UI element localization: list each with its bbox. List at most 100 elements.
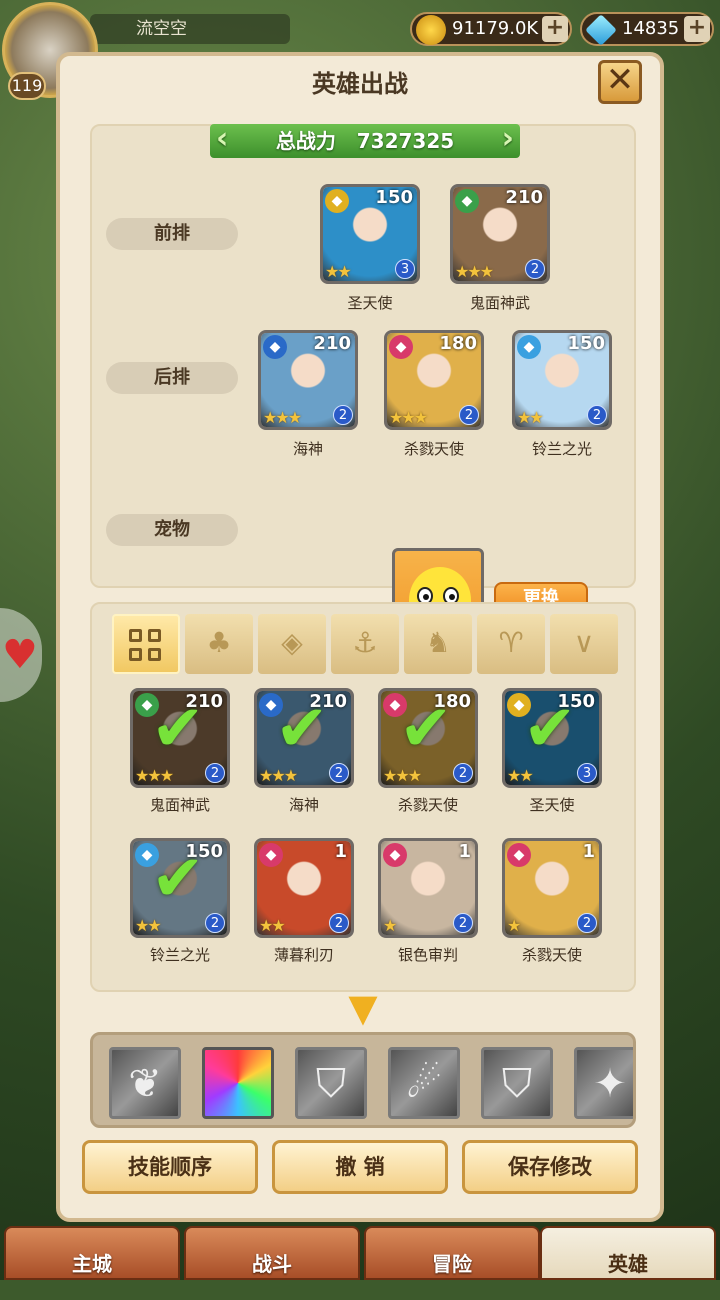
checkmark-icon: ✔	[275, 692, 329, 766]
filter-tab-horns[interactable]: ♈	[477, 614, 545, 674]
save-changes-button[interactable]: 保存修改	[462, 1140, 638, 1194]
hero-card[interactable]: ◆ 1 ★ 2	[502, 838, 602, 938]
prism-skill-icon[interactable]	[202, 1047, 274, 1119]
hero-level: 210	[313, 333, 351, 354]
wing-skill-icon[interactable]: ❦	[109, 1047, 181, 1119]
chevron-left-icon: ‹	[216, 121, 229, 156]
skill-bar: ❦ ⛉ ☄ ⛉ ✦	[90, 1032, 636, 1128]
hero-stars: ★★	[259, 916, 286, 935]
hero-rank-badge: 2	[587, 405, 607, 425]
hero-card[interactable]: ◆ 210 ★★★ 2 ✔	[254, 688, 354, 788]
element-icon: ◆	[517, 335, 541, 359]
expand-arrow-icon[interactable]: ▼	[340, 989, 386, 1027]
hero-rank-badge: 2	[205, 763, 225, 783]
hero-card[interactable]: ◆ 180 ★★★ 2	[384, 330, 484, 430]
hero-rank-badge: 2	[329, 913, 349, 933]
hero-name: 圣天使	[529, 796, 575, 814]
hero-card[interactable]: ◆ 210 ★★★ 2	[450, 184, 550, 284]
skill-order-button[interactable]: 技能顺序	[82, 1140, 258, 1194]
hero-card[interactable]: ◆ 210 ★★★ 2 ✔	[130, 688, 230, 788]
close-icon: ✕	[605, 60, 635, 100]
hero-stars: ★★★	[263, 408, 302, 427]
nav-main-city[interactable]: 主城	[4, 1226, 180, 1280]
hero-rank-badge: 3	[395, 259, 415, 279]
gold-value: 91179.0K	[452, 18, 539, 39]
slash-skill-icon[interactable]: ☄	[388, 1047, 460, 1119]
dialog-title: 英雄出战	[312, 70, 408, 98]
filter-tab-beast[interactable]: ♞	[404, 614, 472, 674]
total-power-bar: ‹ 总战力 7327325 ›	[210, 124, 520, 158]
player-level: 119	[8, 72, 46, 100]
hero-name: 圣天使	[347, 294, 393, 312]
leaf-icon: ♣	[206, 626, 232, 659]
hero-card[interactable]: ◆ 150 ★★ 2 ✔	[130, 838, 230, 938]
nav-heroes[interactable]: 英雄	[540, 1226, 716, 1280]
hero-name: 鬼面神武	[469, 294, 530, 312]
hero-card[interactable]: ◆ 1 ★★ 2	[254, 838, 354, 938]
hero-level: 1	[582, 841, 595, 862]
hero-stars: ★	[507, 916, 521, 935]
anchor-icon: ⚓	[352, 626, 378, 659]
hero-card[interactable]: ◆ 150 ★★ 3 ✔	[502, 688, 602, 788]
shield-skill-icon[interactable]: ⛉	[295, 1047, 367, 1119]
add-gem-button[interactable]: +	[684, 16, 710, 42]
hero-rank-badge: 2	[453, 913, 473, 933]
total-power-value: 7327325	[356, 129, 455, 153]
hero-stars: ★	[383, 916, 397, 935]
filter-tab-anchor[interactable]: ⚓	[331, 614, 399, 674]
hero-name: 鬼面神武	[149, 796, 210, 814]
add-gold-button[interactable]: +	[542, 16, 568, 42]
hero-roster-section: ♣ ◈ ⚓ ♞ ♈ ∨ ◆ 210 ★★★ 2 ✔ 鬼面神武 ◆ 210 ★★★ 2 ✔ 海神 ◆ 180…	[90, 602, 636, 992]
hero-level: 150	[567, 333, 605, 354]
nav-adventure[interactable]: 冒险	[364, 1226, 540, 1280]
chevron-right-icon: ›	[501, 121, 514, 156]
bottom-navigation: 主城 战斗 冒险 英雄	[0, 1226, 720, 1280]
strike-skill-icon[interactable]: ✦	[574, 1047, 633, 1119]
hero-stars: ★★	[517, 408, 544, 427]
filter-tab-chevron[interactable]: ∨	[550, 614, 618, 674]
element-icon: ◆	[383, 843, 407, 867]
undo-button[interactable]: 撤 销	[272, 1140, 448, 1194]
element-icon: ◆	[259, 843, 283, 867]
hero-stars: ★★★	[259, 766, 298, 785]
hero-name: 海神	[292, 440, 323, 458]
hero-name: 海神	[288, 796, 319, 814]
shield-skill-icon[interactable]: ⛉	[481, 1047, 553, 1119]
hero-level: 180	[439, 333, 477, 354]
hero-rank-badge: 2	[525, 259, 545, 279]
grid-icon	[129, 629, 163, 663]
hero-card[interactable]: ◆ 210 ★★★ 2	[258, 330, 358, 430]
element-icon: ◆	[455, 189, 479, 213]
hero-name: 杀戮天使	[521, 946, 582, 964]
chevron-icon: ∨	[573, 626, 595, 659]
hero-stars: ★★★	[455, 262, 494, 281]
total-power-label: 总战力	[275, 129, 336, 153]
formation-section: ‹ 总战力 7327325 › 前排 后排 宠物 ★ 更换 ◆150★★3圣天使…	[90, 124, 636, 640]
hero-stars: ★★★	[135, 766, 174, 785]
hero-card[interactable]: ◆ 1 ★ 2	[378, 838, 478, 938]
gem-icon	[585, 14, 617, 46]
hero-stars: ★★	[325, 262, 352, 281]
hero-name: 杀戮天使	[403, 440, 464, 458]
checkmark-icon: ✔	[151, 692, 205, 766]
close-button[interactable]: ✕	[598, 60, 642, 104]
hero-rank-badge: 2	[453, 763, 473, 783]
hero-card[interactable]: ◆ 180 ★★★ 2 ✔	[378, 688, 478, 788]
element-icon: ◆	[507, 843, 531, 867]
diamond-icon: ◈	[281, 626, 303, 659]
filter-tab-leaf[interactable]: ♣	[185, 614, 253, 674]
element-icon: ◆	[389, 335, 413, 359]
hero-card[interactable]: ◆ 150 ★★ 2	[512, 330, 612, 430]
filter-tab-diamond[interactable]: ◈	[258, 614, 326, 674]
hero-stars: ★★	[135, 916, 162, 935]
hero-name: 薄暮利刃	[273, 946, 334, 964]
front-row-label: 前排	[106, 218, 238, 250]
hero-deploy-dialog: 英雄出战 ✕ ‹ 总战力 7327325 › 前排 后排 宠物 ★ 更换 ◆15…	[56, 52, 664, 1222]
gold-coin-icon	[416, 15, 446, 45]
hero-card[interactable]: ◆ 150 ★★ 3	[320, 184, 420, 284]
hero-rank-badge: 2	[459, 405, 479, 425]
pet-row-label: 宠物	[106, 514, 238, 546]
nav-battle[interactable]: 战斗	[184, 1226, 360, 1280]
gem-value: 14835	[622, 18, 680, 39]
filter-tab-all[interactable]	[112, 614, 180, 674]
